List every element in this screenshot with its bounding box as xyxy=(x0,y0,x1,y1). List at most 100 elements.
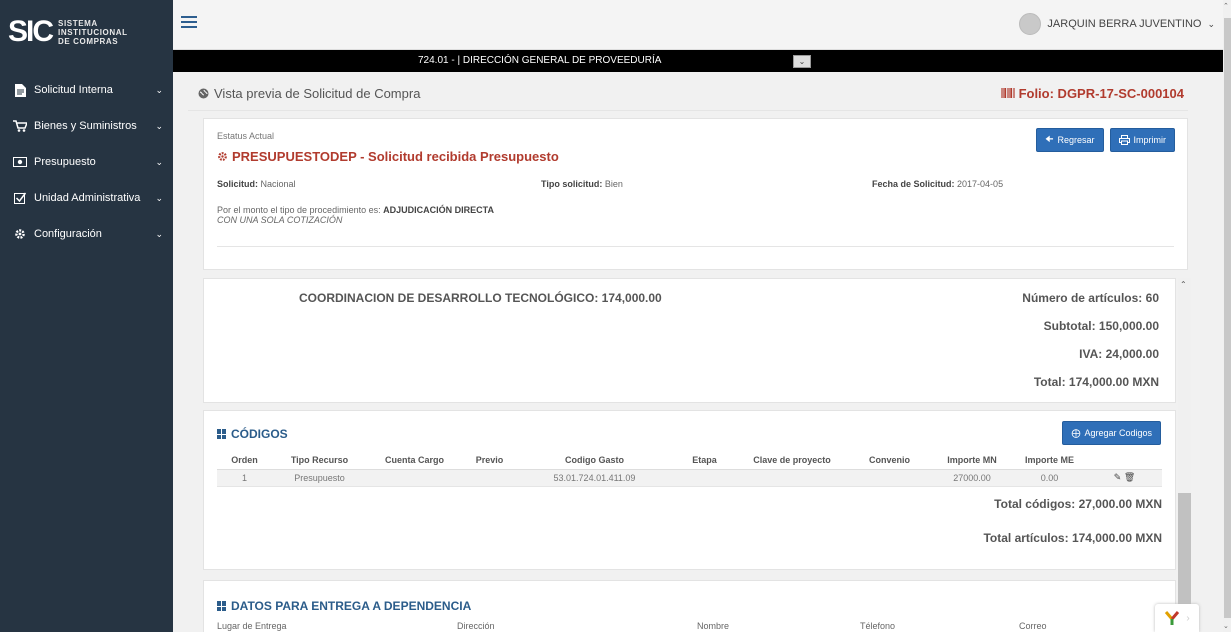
scroll-down-icon[interactable]: ⌄ xyxy=(1223,622,1229,630)
codes-panel: CÓDIGOS ⨁ Agregar Codigos Orden Tipo Rec… xyxy=(203,410,1176,570)
col-correo: Correo xyxy=(1019,621,1047,631)
page-scrollbar[interactable]: ⌃ ⌄ xyxy=(1223,0,1231,632)
top-bar: JARQUIN BERRA JUVENTINO ⌄ xyxy=(173,0,1223,50)
dependency-label: 724.01 - | DIRECCIÓN GENERAL DE PROVEEDU… xyxy=(418,55,662,66)
col-importe-mn: Importe MN xyxy=(932,451,1012,470)
sidebar-item-presupuesto[interactable]: Presupuesto ⌄ xyxy=(0,144,173,180)
col-previo: Previo xyxy=(462,451,517,470)
avatar xyxy=(1019,13,1042,35)
iva: IVA: 24,000.00 xyxy=(1079,347,1159,361)
subtotal: Subtotal: 150,000.00 xyxy=(1043,319,1159,333)
widget-logo-icon xyxy=(1165,611,1180,625)
chevron-down-icon: ⌄ xyxy=(155,228,163,239)
fecha-info: Fecha de Solicitud: 2017-04-05 xyxy=(872,179,1004,189)
dependency-select[interactable]: ⌄ xyxy=(793,55,811,68)
codes-title: CÓDIGOS xyxy=(217,427,288,441)
chevron-down-icon: ⌄ xyxy=(155,156,163,167)
sidebar-item-configuracion[interactable]: Configuración ⌄ xyxy=(0,216,173,252)
scroll-up-icon[interactable]: ⌃ xyxy=(1223,2,1229,10)
col-clave-proyecto: Clave de proyecto xyxy=(737,451,847,470)
page-title: Vista previa de Solicitud de Compra xyxy=(198,86,420,101)
logo-text: SISTEMA INSTITUCIONAL DE COMPRAS xyxy=(58,18,128,46)
sidebar-item-solicitud-interna[interactable]: Solicitud Interna ⌄ xyxy=(0,72,173,108)
dependency-bar: 724.01 - | DIRECCIÓN GENERAL DE PROVEEDU… xyxy=(173,50,1223,72)
sidebar: SIC SISTEMA INSTITUCIONAL DE COMPRAS Sol… xyxy=(0,0,173,632)
col-orden: Orden xyxy=(217,451,272,470)
col-direccion: Dirección xyxy=(457,621,495,631)
status-label: Estatus Actual xyxy=(217,131,275,141)
total-articles: Total artículos: 174,000.00 MXN xyxy=(983,531,1162,545)
sidebar-item-unidad-administrativa[interactable]: Unidad Administrativa ⌄ xyxy=(0,180,173,216)
col-tipo-recurso: Tipo Recurso xyxy=(272,451,367,470)
sidebar-nav: Solicitud Interna ⌄ Bienes y Suministros… xyxy=(0,72,173,252)
scrollbar-thumb[interactable] xyxy=(1224,18,1231,618)
status-title: PRESUPUESTODEP - Solicitud recibida Pres… xyxy=(217,149,559,164)
back-button[interactable]: 🠈 Regresar xyxy=(1036,128,1104,152)
col-convenio: Convenio xyxy=(847,451,932,470)
grand-total: Total: 174,000.00 MXN xyxy=(1033,375,1159,389)
divider xyxy=(217,246,1174,247)
sidebar-item-label: Bienes y Suministros xyxy=(34,120,137,132)
chevron-right-icon: › xyxy=(1186,612,1190,624)
folio-text: Folio: DGPR-17-SC-000104 xyxy=(1018,85,1184,101)
coordination-total: COORDINACION DE DESARROLLO TECNOLÓGICO: … xyxy=(299,291,662,305)
inner-scrollbar[interactable]: ⌃ xyxy=(1178,278,1191,632)
folio: Folio: DGPR-17-SC-000104 xyxy=(1000,85,1184,101)
col-codigo-gasto: Codigo Gasto xyxy=(517,451,672,470)
totals-panel: COORDINACION DE DESARROLLO TECNOLÓGICO: … xyxy=(203,278,1176,403)
user-menu[interactable]: JARQUIN BERRA JUVENTINO ⌄ xyxy=(1019,13,1215,35)
sidebar-item-bienes[interactable]: Bienes y Suministros ⌄ xyxy=(0,108,173,144)
globe-icon xyxy=(198,88,209,98)
procedure-info: Por el monto el tipo de procedimiento es… xyxy=(217,205,494,225)
table-header-row: Orden Tipo Recurso Cuenta Cargo Previo C… xyxy=(217,451,1162,470)
cart-icon xyxy=(12,119,28,133)
scroll-up-icon[interactable]: ⌃ xyxy=(1180,280,1187,289)
file-icon xyxy=(12,83,28,97)
col-importe-me: Importe ME xyxy=(1012,451,1087,470)
print-button[interactable]: Imprimir xyxy=(1109,128,1175,152)
grid-icon xyxy=(217,429,227,439)
page-header: Vista previa de Solicitud de Compra Foli… xyxy=(188,76,1188,111)
plus-circle-icon: ⨁ xyxy=(1071,427,1081,438)
delivery-title: DATOS PARA ENTREGA A DEPENDENCIA xyxy=(217,599,471,613)
printer-icon xyxy=(1118,135,1130,145)
trash-icon[interactable]: 🗑 xyxy=(1124,472,1135,482)
table-row: 1 Presupuesto 53.01.724.01.411.09 27000.… xyxy=(217,469,1162,487)
main-content: Vista previa de Solicitud de Compra Foli… xyxy=(188,76,1188,111)
money-icon xyxy=(12,155,28,169)
gear-icon xyxy=(12,227,28,241)
chevron-down-icon: ⌄ xyxy=(1207,18,1215,29)
chevron-down-icon: ⌄ xyxy=(155,84,163,95)
add-codes-button[interactable]: ⨁ Agregar Codigos xyxy=(1062,421,1161,445)
sidebar-item-label: Configuración xyxy=(34,228,102,240)
arrow-left-icon: 🠈 xyxy=(1045,134,1054,144)
gear-icon xyxy=(218,152,227,161)
feedback-widget[interactable]: › xyxy=(1155,604,1199,632)
chevron-down-icon: ⌄ xyxy=(155,192,163,203)
col-telefono: Télefono xyxy=(860,621,896,631)
solicitud-info: Solicitud: Nacional xyxy=(217,179,296,189)
sidebar-item-label: Solicitud Interna xyxy=(34,84,113,96)
col-cuenta-cargo: Cuenta Cargo xyxy=(367,451,462,470)
num-articles: Número de artículos: 60 xyxy=(1022,291,1159,305)
menu-toggle-icon[interactable] xyxy=(181,16,197,30)
status-actions: 🠈 Regresar Imprimir xyxy=(1036,128,1175,152)
col-lugar: Lugar de Entrega xyxy=(217,621,287,631)
sidebar-item-label: Unidad Administrativa xyxy=(34,192,141,204)
col-etapa: Etapa xyxy=(672,451,737,470)
tipo-info: Tipo solicitud: Bien xyxy=(541,179,623,189)
codes-table: Orden Tipo Recurso Cuenta Cargo Previo C… xyxy=(217,451,1162,487)
barcode-icon xyxy=(1000,88,1015,98)
sidebar-item-label: Presupuesto xyxy=(34,156,96,168)
grid-icon xyxy=(217,601,227,611)
logo[interactable]: SIC SISTEMA INSTITUCIONAL DE COMPRAS xyxy=(0,0,173,64)
checkbox-icon xyxy=(12,191,28,205)
chevron-down-icon: ⌄ xyxy=(155,120,163,131)
delivery-panel: DATOS PARA ENTREGA A DEPENDENCIA Lugar d… xyxy=(203,580,1176,632)
edit-icon[interactable]: ✎ xyxy=(1114,472,1122,482)
total-codes: Total códigos: 27,000.00 MXN xyxy=(994,497,1162,511)
user-name: JARQUIN BERRA JUVENTINO xyxy=(1047,18,1202,30)
col-nombre: Nombre xyxy=(697,621,730,631)
page-title-text: Vista previa de Solicitud de Compra xyxy=(214,85,421,101)
status-title-text: PRESUPUESTODEP - Solicitud recibida Pres… xyxy=(232,149,559,164)
